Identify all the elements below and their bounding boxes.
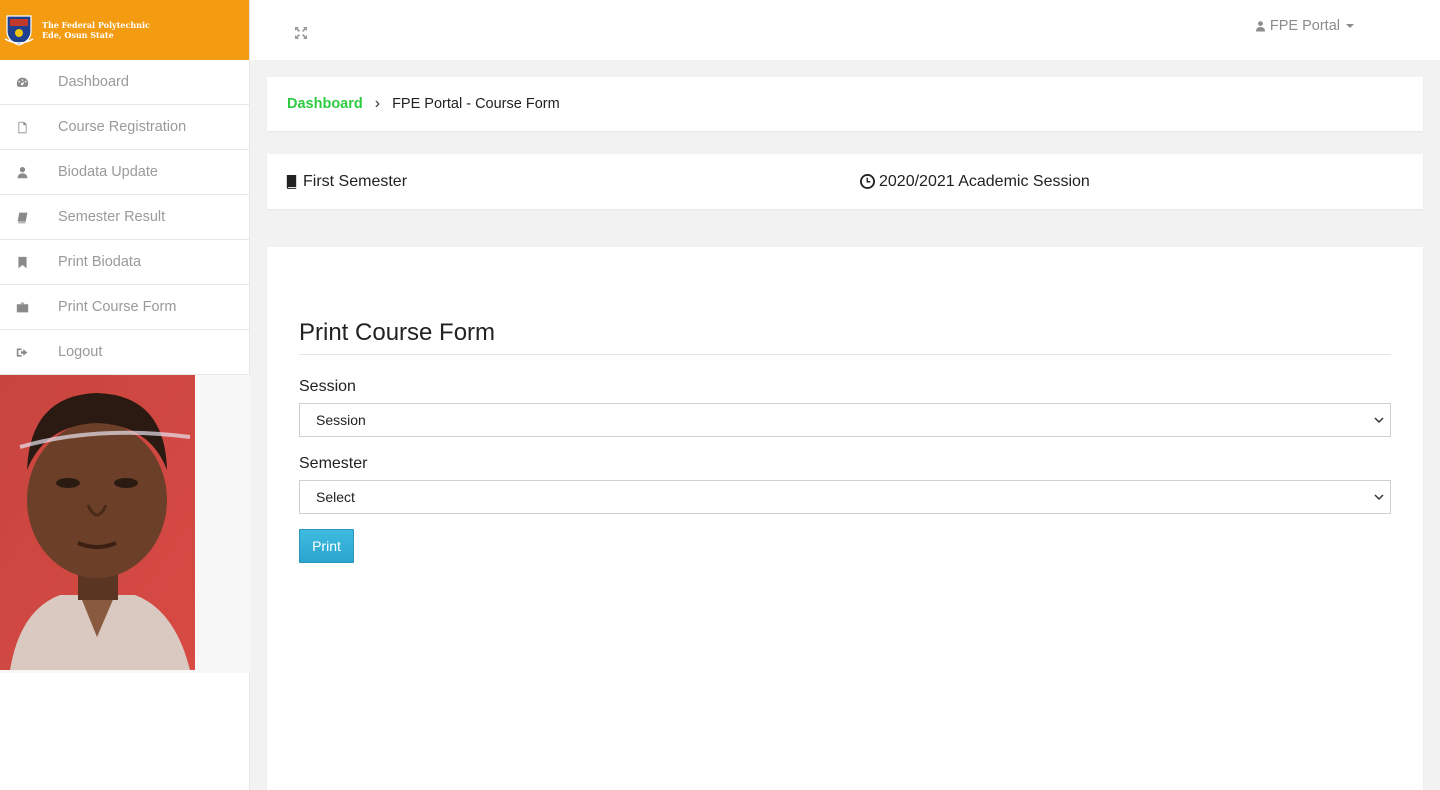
- bookmark-icon: [0, 256, 44, 269]
- session-info-bar: First Semester 2020/2021 Academic Sessio…: [267, 154, 1423, 209]
- academic-session-text: 2020/2021 Academic Session: [879, 172, 1090, 190]
- sidebar-item-label: Logout: [58, 344, 103, 360]
- print-course-form-panel: Print Course Form Session Session Semest…: [267, 247, 1423, 790]
- sidebar-item-biodata-update[interactable]: Biodata Update: [0, 150, 249, 195]
- sidebar-item-label: Print Biodata: [58, 254, 142, 270]
- title-divider: [299, 354, 1391, 355]
- breadcrumb-separator: ›: [374, 95, 381, 112]
- sidebar-item-print-course-form[interactable]: Print Course Form: [0, 285, 249, 330]
- book-icon: [0, 211, 44, 224]
- file-icon: [0, 121, 44, 134]
- sidebar-item-label: Semester Result: [58, 209, 166, 225]
- sidebar-item-semester-result[interactable]: Semester Result: [0, 195, 249, 240]
- user-menu-label: FPE Portal: [1269, 18, 1340, 34]
- semester-select-value: Select: [316, 489, 355, 505]
- user-menu-dropdown[interactable]: FPE Portal: [1255, 18, 1354, 34]
- dashboard-icon: [0, 76, 44, 89]
- brand-text: The Federal Polytechnic Ede, Osun State: [42, 20, 150, 40]
- expand-icon[interactable]: [294, 26, 308, 40]
- clock-icon: [860, 174, 875, 189]
- sidebar-item-label: Dashboard: [58, 74, 129, 90]
- caret-down-icon: [1346, 24, 1354, 28]
- top-bar: FPE Portal: [250, 0, 1440, 60]
- brand-line-2: Ede, Osun State: [42, 30, 114, 40]
- sidebar-item-logout[interactable]: Logout: [0, 330, 249, 375]
- chevron-down-icon: [1374, 494, 1384, 501]
- sidebar: The Federal Polytechnic Ede, Osun State …: [0, 0, 250, 790]
- academic-session-info: 2020/2021 Academic Session: [860, 173, 1090, 191]
- student-photo-container: [0, 375, 250, 673]
- polytechnic-crest-logo: [4, 15, 34, 46]
- sidebar-item-label: Course Registration: [58, 119, 187, 135]
- breadcrumb: Dashboard › FPE Portal - Course Form: [267, 77, 1423, 131]
- breadcrumb-dashboard-link[interactable]: Dashboard: [287, 96, 363, 112]
- sidebar-nav: Dashboard Course Registration Biodata Up…: [0, 60, 249, 375]
- semester-info: First Semester: [284, 173, 407, 191]
- student-photo: [0, 375, 195, 670]
- session-label: Session: [299, 378, 356, 395]
- book-icon: [286, 174, 297, 189]
- user-icon: [0, 166, 44, 179]
- chevron-down-icon: [1374, 417, 1384, 424]
- semester-text: First Semester: [303, 172, 408, 190]
- sidebar-item-course-registration[interactable]: Course Registration: [0, 105, 249, 150]
- form-title: Print Course Form: [299, 319, 496, 346]
- session-select[interactable]: Session: [299, 403, 1391, 437]
- print-button[interactable]: Print: [299, 529, 354, 563]
- user-icon: [1255, 21, 1265, 32]
- sidebar-item-label: Biodata Update: [58, 164, 158, 180]
- briefcase-icon: [0, 301, 44, 314]
- brand-line-1: The Federal Polytechnic: [42, 20, 150, 30]
- sidebar-item-print-biodata[interactable]: Print Biodata: [0, 240, 249, 285]
- semester-label: Semester: [299, 455, 368, 472]
- sidebar-item-label: Print Course Form: [58, 299, 177, 315]
- session-select-value: Session: [316, 412, 366, 428]
- brand-header[interactable]: The Federal Polytechnic Ede, Osun State: [0, 0, 249, 60]
- breadcrumb-current: FPE Portal - Course Form: [392, 96, 560, 112]
- semester-select[interactable]: Select: [299, 480, 1391, 514]
- sidebar-item-dashboard[interactable]: Dashboard: [0, 60, 249, 105]
- sign-out-icon: [0, 346, 44, 359]
